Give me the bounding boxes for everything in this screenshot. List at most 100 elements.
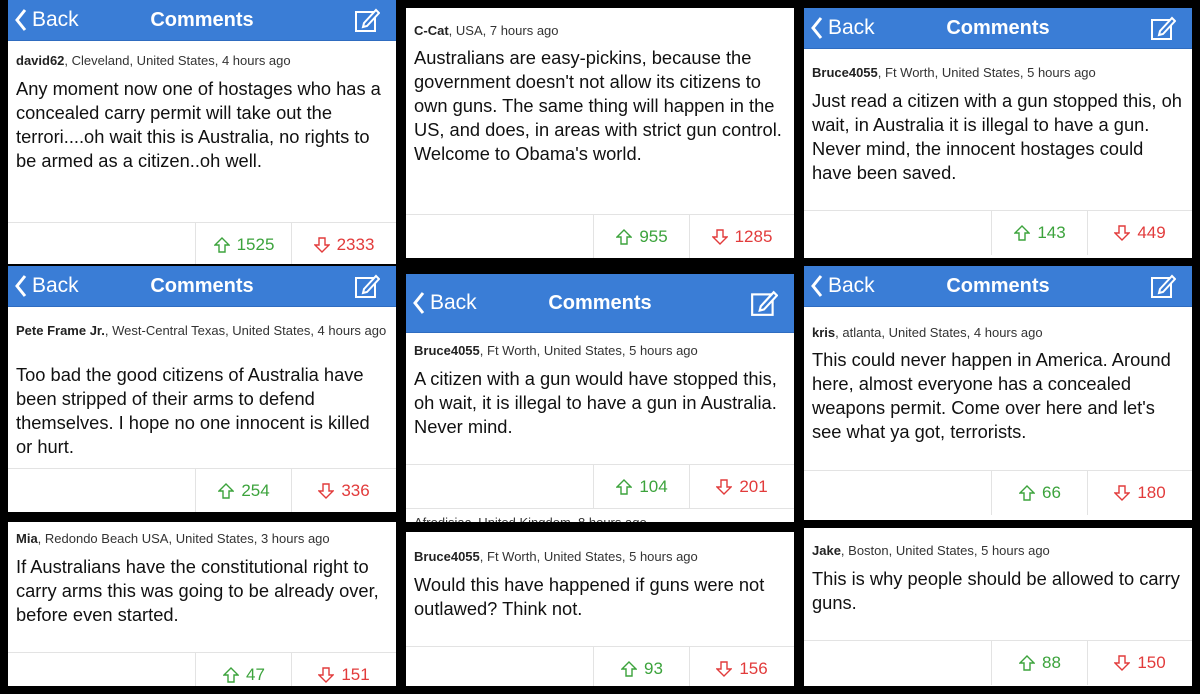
downvote-button[interactable]: 2333 xyxy=(291,223,396,264)
comment-location: , Redondo Beach USA, United States, 3 ho… xyxy=(37,531,330,546)
arrow-up-icon xyxy=(223,667,240,683)
downvote-button[interactable]: 201 xyxy=(689,465,794,509)
downvote-count: 151 xyxy=(341,665,370,684)
upvote-button[interactable]: 254 xyxy=(195,469,292,512)
nav-bar: Back Comments xyxy=(406,274,794,333)
comment-author[interactable]: Mia xyxy=(16,531,38,546)
compose-button[interactable] xyxy=(354,266,380,306)
nav-bar: Back Comments xyxy=(804,8,1192,49)
compose-button[interactable] xyxy=(354,0,380,40)
arrow-down-icon xyxy=(716,661,733,677)
downvote-count: 150 xyxy=(1137,653,1166,672)
downvote-button[interactable]: 150 xyxy=(1087,641,1192,685)
comment-screenshot-8: Bruce4055, Ft Worth, United States, 5 ho… xyxy=(406,532,794,686)
comment-author[interactable]: david62 xyxy=(16,53,64,68)
vote-bar: 104 201 xyxy=(406,464,794,509)
downvote-count: 180 xyxy=(1137,483,1166,502)
comment-location: , Ft Worth, United States, 5 hours ago xyxy=(479,549,698,564)
comment-text: Just read a citizen with a gun stopped t… xyxy=(812,90,1182,183)
comment-author[interactable]: Bruce4055 xyxy=(414,343,480,358)
upvote-count: 1525 xyxy=(236,235,275,254)
comment-meta: david62, Cleveland, United States, 4 hou… xyxy=(16,52,388,69)
downvote-count: 449 xyxy=(1137,223,1166,242)
vote-bar: 66 180 xyxy=(804,470,1192,515)
downvote-count: 201 xyxy=(739,477,768,496)
comment-screenshot-3: Back Comments Bruce4055, Ft Worth, Unite… xyxy=(804,8,1192,258)
upvote-button[interactable]: 66 xyxy=(991,471,1088,515)
downvote-button[interactable]: 180 xyxy=(1087,471,1192,515)
compose-button[interactable] xyxy=(1150,266,1176,306)
comment-text: Would this have happened if guns were no… xyxy=(414,574,765,619)
vote-bar: 955 1285 xyxy=(406,214,794,258)
comment-location: , atlanta, United States, 4 hours ago xyxy=(835,325,1043,340)
comment-text: This could never happen in America. Arou… xyxy=(812,349,1171,442)
nav-title: Comments xyxy=(548,291,652,314)
comment-author[interactable]: Pete Frame Jr. xyxy=(16,323,105,338)
upvote-button[interactable]: 88 xyxy=(991,641,1088,685)
upvote-button[interactable]: 93 xyxy=(593,647,690,686)
comment-author[interactable]: Jake xyxy=(812,543,841,558)
comment-location: , USA, 7 hours ago xyxy=(448,23,559,38)
comment-meta: kris, atlanta, United States, 4 hours ag… xyxy=(812,324,1184,341)
next-comment-meta-peek: Afrodisiac, United Kingdom, 8 hours ago xyxy=(414,514,647,522)
downvote-button[interactable]: 1285 xyxy=(689,215,794,258)
comment-screenshot-9: Jake, Boston, United States, 5 hours ago… xyxy=(804,528,1192,686)
compose-button[interactable] xyxy=(750,274,778,332)
upvote-button[interactable]: 104 xyxy=(593,465,690,509)
comment-screenshot-1: Back Comments david62, Cleveland, United… xyxy=(8,0,396,264)
comment-meta: Jake, Boston, United States, 5 hours ago xyxy=(812,542,1184,559)
comment-author[interactable]: kris xyxy=(812,325,835,340)
nav-title: Comments xyxy=(150,8,254,31)
comment-text: A citizen with a gun would have stopped … xyxy=(414,368,777,437)
comment-location: , Boston, United States, 5 hours ago xyxy=(840,543,1050,558)
comment-text: This is why people should be allowed to … xyxy=(812,568,1180,613)
arrow-down-icon xyxy=(711,229,728,245)
upvote-button[interactable]: 47 xyxy=(195,653,292,686)
comment-author[interactable]: Bruce4055 xyxy=(812,65,878,80)
arrow-up-icon xyxy=(213,237,230,253)
downvote-count: 336 xyxy=(341,481,370,500)
downvote-button[interactable]: 336 xyxy=(291,469,396,512)
comment-location: , Cleveland, United States, 4 hours ago xyxy=(64,53,291,68)
arrow-down-icon xyxy=(1114,225,1131,241)
downvote-button[interactable]: 156 xyxy=(689,647,794,686)
vote-bar: 47 151 xyxy=(8,652,396,686)
comment-location: , West-Central Texas, United States, 4 h… xyxy=(104,323,387,338)
nav-bar: Back Comments xyxy=(804,266,1192,307)
vote-bar: 1525 2333 xyxy=(8,222,396,264)
comment-screenshot-2: C-Cat, USA, 7 hours ago Australians are … xyxy=(406,8,794,258)
arrow-up-icon xyxy=(1019,655,1036,671)
arrow-down-icon xyxy=(318,667,335,683)
upvote-button[interactable]: 143 xyxy=(991,211,1088,255)
nav-bar: Back Comments xyxy=(8,0,396,41)
upvote-button[interactable]: 955 xyxy=(593,215,690,258)
downvote-button[interactable]: 449 xyxy=(1087,211,1192,255)
upvote-count: 143 xyxy=(1037,223,1066,242)
arrow-up-icon xyxy=(1019,485,1036,501)
comment-author[interactable]: C-Cat xyxy=(414,23,449,38)
downvote-button[interactable]: 151 xyxy=(291,653,396,686)
comment-meta: C-Cat, USA, 7 hours ago xyxy=(414,22,786,39)
compose-icon xyxy=(1151,16,1176,40)
vote-bar: 88 150 xyxy=(804,640,1192,685)
arrow-down-icon xyxy=(716,479,733,495)
comment-text: Too bad the good citizens of Australia h… xyxy=(16,364,370,457)
divider xyxy=(406,508,794,509)
compose-button[interactable] xyxy=(1150,8,1176,48)
vote-bar: 143 449 xyxy=(804,210,1192,255)
arrow-up-icon xyxy=(1014,225,1031,241)
comment-meta: Mia, Redondo Beach USA, United States, 3… xyxy=(16,530,388,547)
nav-title: Comments xyxy=(946,16,1050,39)
comment-meta: Pete Frame Jr., West-Central Texas, Unit… xyxy=(16,322,388,339)
upvote-button[interactable]: 1525 xyxy=(195,223,292,264)
upvote-count: 47 xyxy=(246,665,265,684)
compose-icon xyxy=(355,8,380,32)
nav-title: Comments xyxy=(946,274,1050,297)
arrow-up-icon xyxy=(621,661,638,677)
comment-screenshot-6: Back Comments kris, atlanta, United Stat… xyxy=(804,266,1192,520)
comment-screenshot-4: Back Comments Pete Frame Jr., West-Centr… xyxy=(8,266,396,512)
arrow-up-icon xyxy=(616,479,633,495)
compose-icon xyxy=(1151,274,1176,298)
comment-author[interactable]: Bruce4055 xyxy=(414,549,480,564)
upvote-count: 93 xyxy=(644,659,663,678)
